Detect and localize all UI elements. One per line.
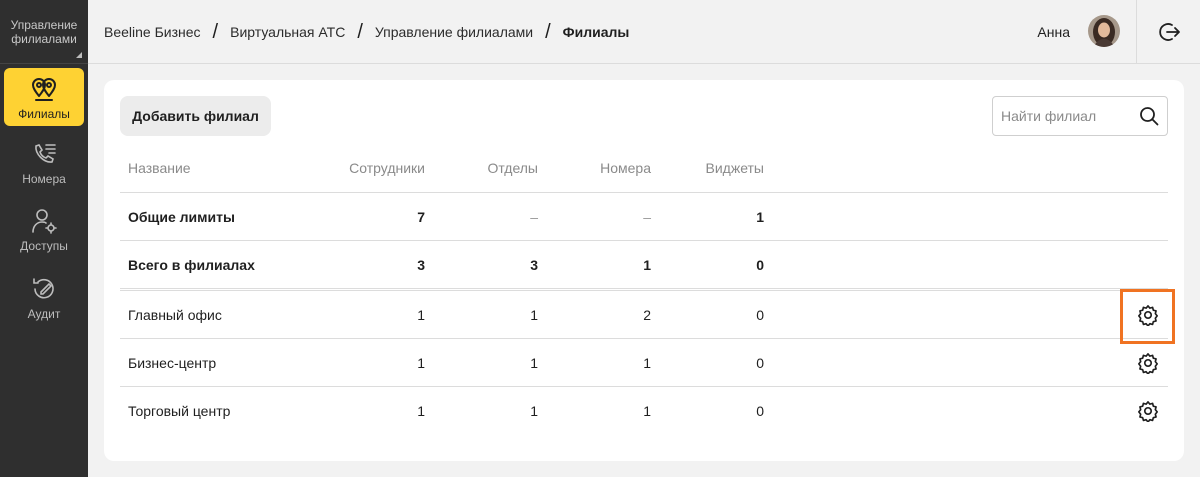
row-numbers: 2 [643,306,651,323]
row-employees: 1 [417,354,425,371]
row-numbers: 1 [643,403,651,419]
top-header: Beeline Бизнес / Виртуальная АТС / Управ… [88,0,1200,64]
row-name: Всего в филиалах [128,256,255,273]
column-header-employees: Сотрудники [349,160,425,176]
sidebar-item-label: Номера [22,172,66,186]
settings-gear-icon[interactable] [1136,351,1160,375]
sidebar-item-access[interactable]: Доступы [4,200,84,258]
row-numbers: 1 [643,256,651,273]
row-departments: 1 [530,403,538,419]
row-name: Главный офис [128,306,222,323]
breadcrumb-link[interactable]: Beeline Бизнес [104,24,201,40]
breadcrumb-link[interactable]: Виртуальная АТС [230,24,345,40]
branches-card: Добавить филиал Название Сотрудники Отде… [104,80,1184,461]
row-name: Торговый центр [128,403,231,419]
row-numbers: – [643,208,651,225]
header-divider [1136,0,1137,64]
phone-list-icon [29,139,59,169]
row-name: Общие лимиты [128,208,235,225]
row-departments: 1 [530,306,538,323]
search-box[interactable] [992,96,1168,136]
row-employees: 1 [417,403,425,419]
row-employees: 7 [417,208,425,225]
row-departments: – [530,208,538,225]
user-name[interactable]: Анна [1037,24,1070,40]
column-header-departments: Отделы [487,160,538,176]
row-widgets: 0 [756,306,764,323]
sidebar-item-branches[interactable]: Филиалы [4,68,84,126]
search-icon[interactable] [1139,106,1159,126]
breadcrumb-separator: / [212,21,219,43]
settings-gear-icon[interactable] [1136,399,1160,423]
row-departments: 3 [530,256,538,273]
user-gear-icon [29,206,59,236]
sidebar: Управление филиалами Филиалы Номера Дост… [0,0,88,477]
add-branch-button[interactable]: Добавить филиал [120,96,271,136]
table-row[interactable]: Бизнес-центр 1 1 1 0 [120,339,1168,387]
row-widgets: 0 [756,354,764,371]
column-header-name: Название [128,160,191,176]
sidebar-section-switcher[interactable]: Управление филиалами [0,0,88,64]
column-header-widgets: Виджеты [705,160,765,176]
sidebar-item-label: Доступы [20,239,68,253]
sidebar-item-numbers[interactable]: Номера [4,133,84,191]
row-widgets: 1 [756,208,764,225]
breadcrumb: Beeline Бизнес / Виртуальная АТС / Управ… [104,0,629,64]
breadcrumb-link[interactable]: Управление филиалами [375,24,533,40]
sidebar-section-title: Управление филиалами [10,17,78,46]
highlight-frame [1120,289,1175,344]
row-widgets: 0 [756,403,764,419]
row-widgets: 0 [756,256,764,273]
search-input[interactable] [1001,97,1131,135]
row-employees: 1 [417,306,425,323]
summary-row-total-limits: Общие лимиты 7 – – 1 [120,193,1168,241]
column-header-numbers: Номера [600,160,651,176]
logout-icon[interactable] [1158,20,1182,44]
breadcrumb-separator: / [357,21,363,43]
breadcrumb-separator: / [545,21,551,43]
row-numbers: 1 [643,354,651,371]
summary-row-branches-total: Всего в филиалах 3 3 1 0 [120,241,1168,291]
table-row[interactable]: Торговый центр 1 1 1 0 [120,387,1168,435]
table-header-row: Название Сотрудники Отделы Номера Виджет… [120,144,1168,193]
sidebar-item-label: Аудит [27,307,61,321]
corner-caret-icon [76,52,82,58]
table-row[interactable]: Главный офис 1 1 2 0 [120,291,1168,339]
branches-table: Название Сотрудники Отделы Номера Виджет… [120,144,1168,435]
row-departments: 1 [530,354,538,371]
audit-icon [29,274,59,304]
breadcrumb-current: Филиалы [562,24,630,40]
avatar[interactable] [1088,15,1120,47]
sidebar-item-audit[interactable]: Аудит [4,268,84,326]
row-employees: 3 [417,256,425,273]
branches-pin-icon [29,74,59,104]
sidebar-item-label: Филиалы [18,107,70,121]
row-name: Бизнес-центр [128,354,217,371]
